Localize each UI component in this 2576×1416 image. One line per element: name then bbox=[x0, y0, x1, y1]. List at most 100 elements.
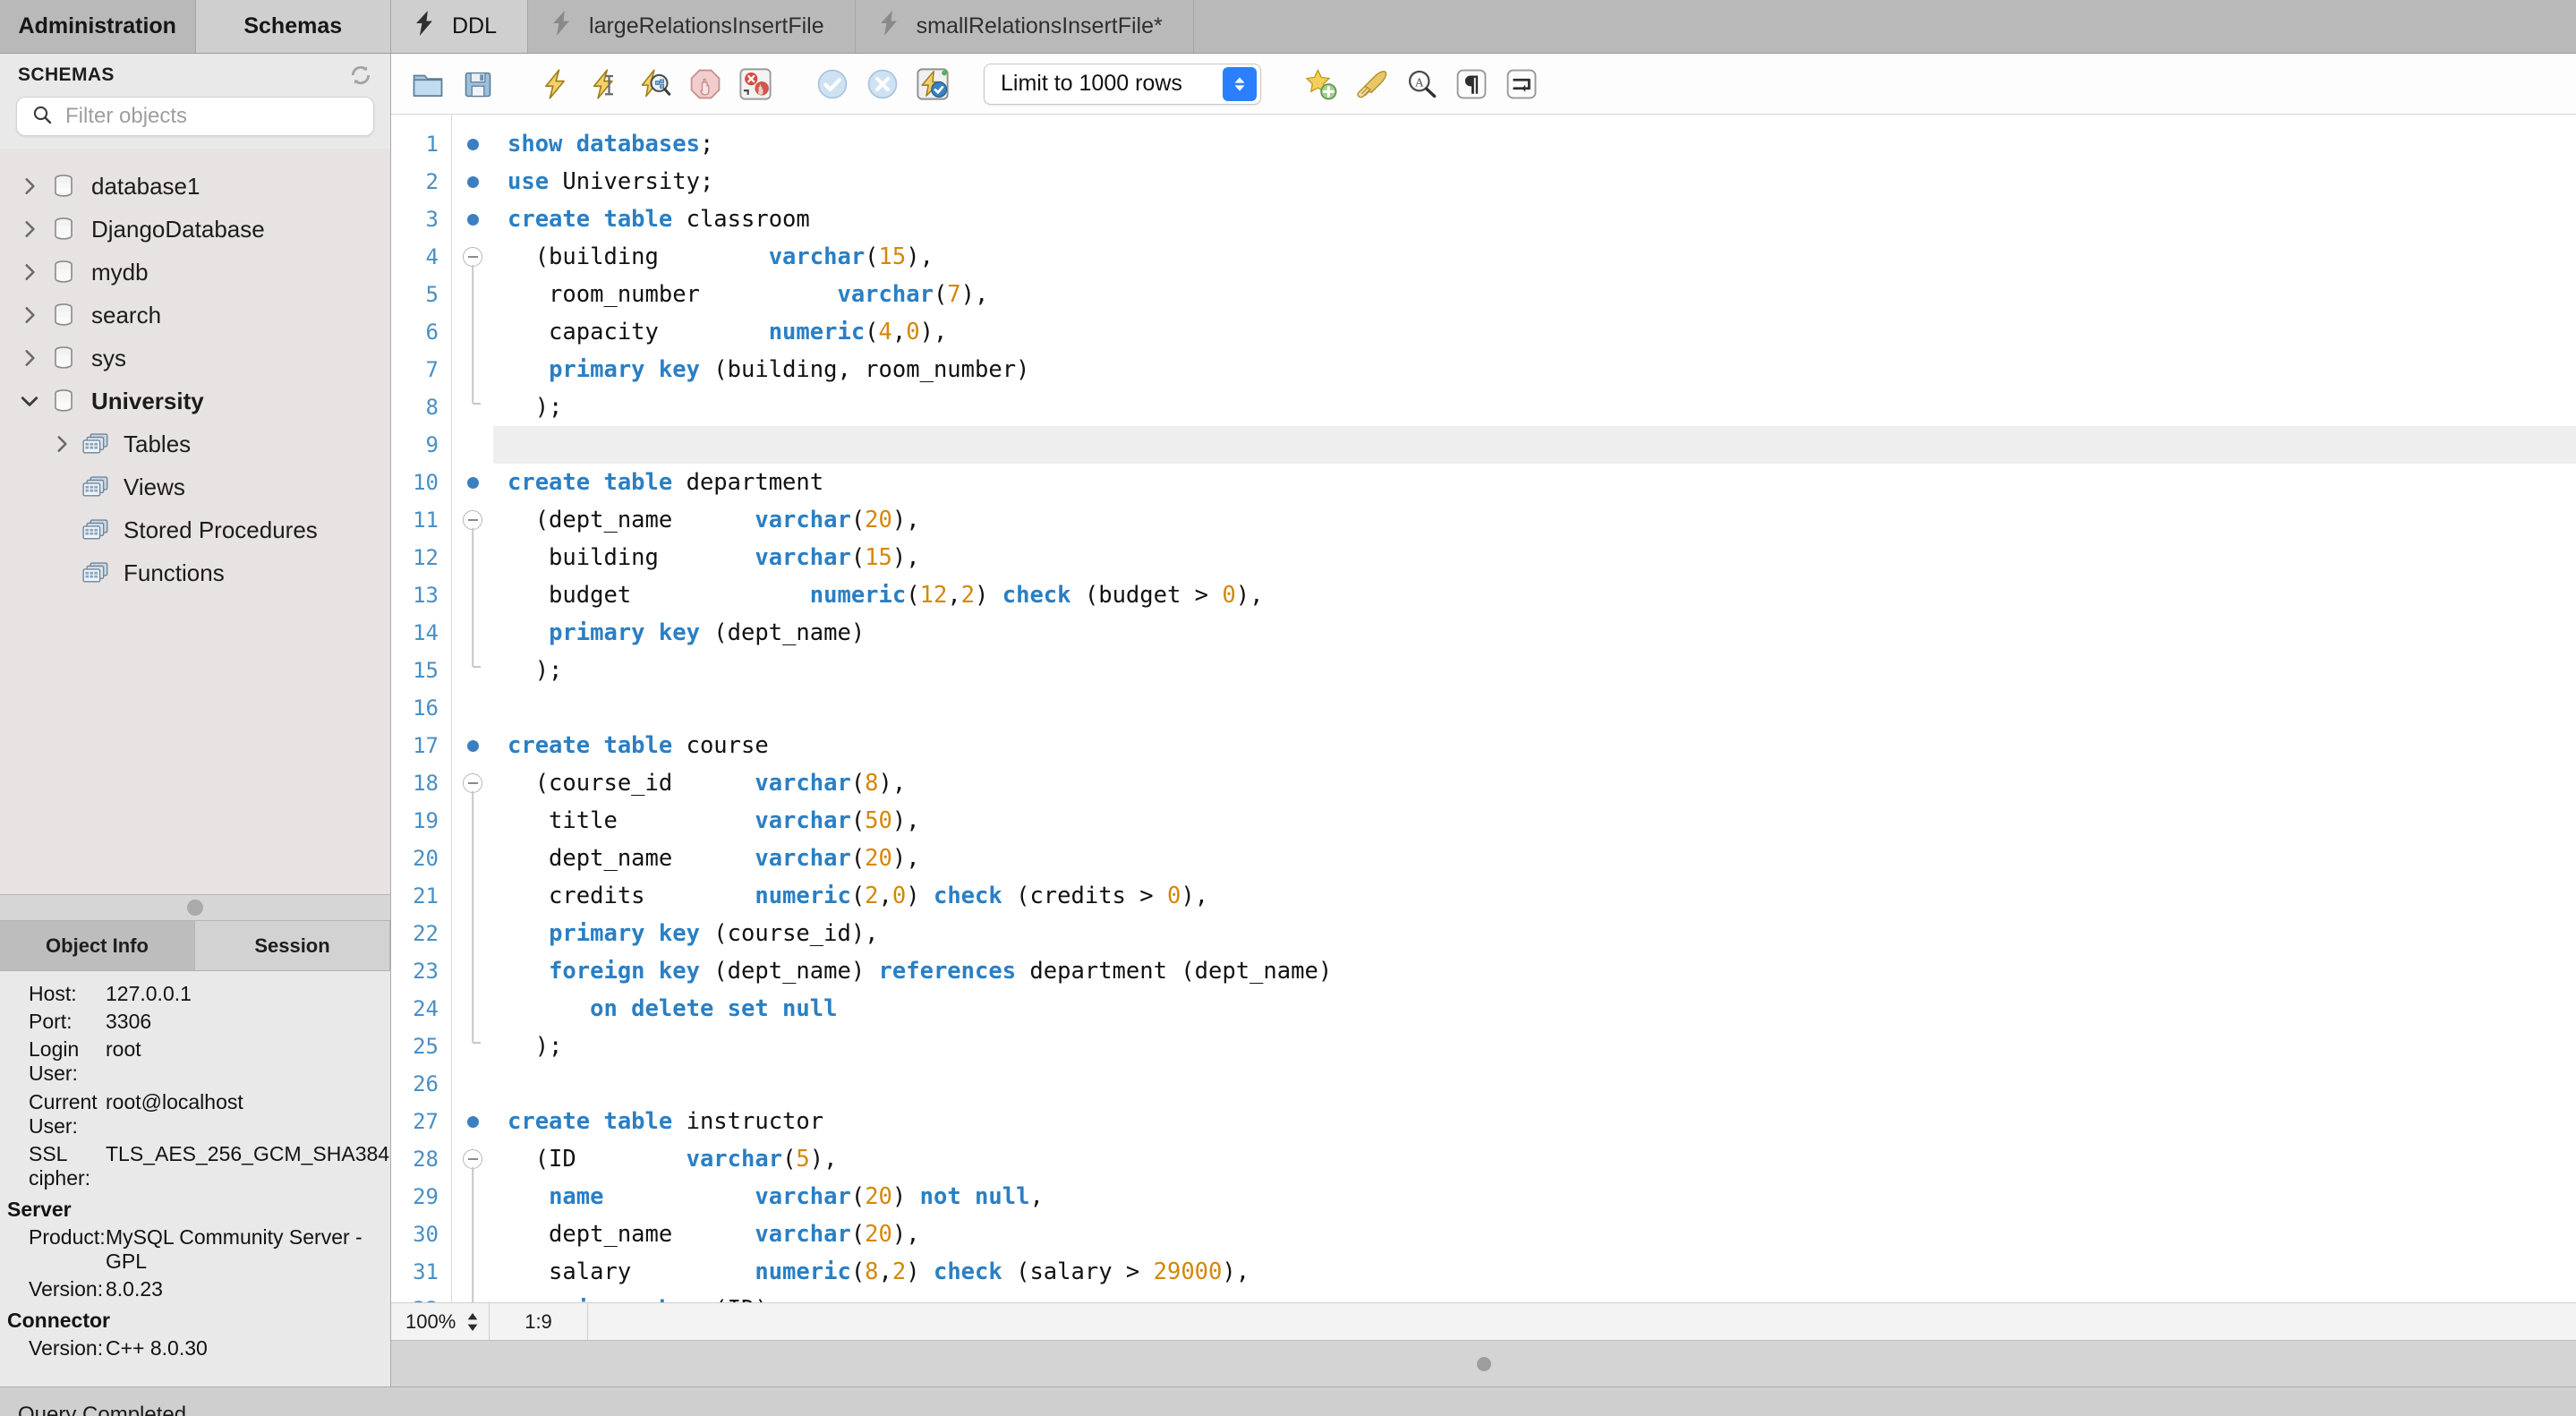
tree-item-tables[interactable]: Tables bbox=[0, 422, 390, 465]
code-line[interactable]: ); bbox=[493, 388, 2576, 426]
fold-marker[interactable] bbox=[452, 238, 493, 276]
tree-item-djangodatabase[interactable]: DjangoDatabase bbox=[0, 208, 390, 251]
tree-item-sys[interactable]: sys bbox=[0, 337, 390, 380]
code-line[interactable] bbox=[493, 426, 2576, 464]
filter-objects-input[interactable] bbox=[65, 104, 359, 129]
filter-objects-box[interactable] bbox=[16, 97, 374, 136]
code-line[interactable]: building varchar(15), bbox=[493, 539, 2576, 576]
code-line[interactable]: room_number varchar(7), bbox=[493, 276, 2576, 313]
find-icon[interactable]: A bbox=[1401, 64, 1442, 105]
fold-marker[interactable] bbox=[452, 1140, 493, 1178]
code-line[interactable]: foreign key (dept_name) references depar… bbox=[493, 952, 2576, 990]
code-line[interactable]: salary numeric(8,2) check (salary > 2900… bbox=[493, 1253, 2576, 1291]
stop-execution-icon[interactable] bbox=[685, 64, 726, 105]
chevron-right-icon[interactable] bbox=[20, 262, 39, 282]
editor-tab-ddl[interactable]: DDL bbox=[391, 0, 529, 53]
splitter-grip[interactable] bbox=[187, 900, 203, 916]
code-line[interactable]: (course_id varchar(8), bbox=[493, 764, 2576, 802]
code-line[interactable]: (ID varchar(5), bbox=[493, 1140, 2576, 1178]
code-line[interactable]: show databases; bbox=[493, 125, 2576, 163]
explain-statement-icon[interactable] bbox=[635, 64, 676, 105]
toggle-word-wrap-icon[interactable] bbox=[1501, 64, 1542, 105]
code-line[interactable]: dept_name varchar(20), bbox=[493, 1216, 2576, 1253]
fold-marker[interactable] bbox=[452, 501, 493, 539]
code-folding-column[interactable] bbox=[452, 115, 493, 1302]
object-info-tab-object-info[interactable]: Object Info bbox=[0, 921, 195, 970]
fold-marker bbox=[452, 952, 493, 990]
rollback-icon[interactable] bbox=[862, 64, 903, 105]
tree-item-views[interactable]: Views bbox=[0, 465, 390, 508]
code-content[interactable]: show databases; use University; create tab… bbox=[493, 115, 2576, 1302]
code-line[interactable]: use University; bbox=[493, 163, 2576, 200]
chevron-right-icon[interactable] bbox=[20, 305, 39, 325]
toggle-stop-on-error-icon[interactable] bbox=[735, 64, 776, 105]
tree-item-search[interactable]: search bbox=[0, 294, 390, 337]
autocommit-icon[interactable] bbox=[912, 64, 953, 105]
execute-statement-icon[interactable] bbox=[534, 64, 576, 105]
code-line[interactable] bbox=[493, 1065, 2576, 1103]
commit-icon[interactable] bbox=[812, 64, 853, 105]
chevron-right-icon[interactable] bbox=[20, 219, 39, 239]
code-line[interactable]: (building varchar(15), bbox=[493, 238, 2576, 276]
code-line[interactable]: primary key (dept_name) bbox=[493, 614, 2576, 652]
code-line[interactable]: capacity numeric(4,0), bbox=[493, 313, 2576, 351]
chevron-right-icon[interactable] bbox=[20, 348, 39, 368]
code-line[interactable]: ); bbox=[493, 1028, 2576, 1065]
code-line[interactable]: credits numeric(2,0) check (credits > 0)… bbox=[493, 877, 2576, 915]
code-line[interactable]: (dept_name varchar(20), bbox=[493, 501, 2576, 539]
code-line[interactable]: on delete set null bbox=[493, 990, 2576, 1028]
code-line[interactable]: create table department bbox=[493, 464, 2576, 501]
tree-item-university[interactable]: University bbox=[0, 380, 390, 422]
code-line[interactable]: create table course bbox=[493, 727, 2576, 764]
tab-schemas[interactable]: Schemas bbox=[195, 0, 391, 53]
code-line[interactable]: primary key (course_id), bbox=[493, 915, 2576, 952]
tree-item-functions[interactable]: Functions bbox=[0, 551, 390, 594]
results-splitter-grip[interactable] bbox=[1476, 1356, 1491, 1371]
code-line[interactable]: primary key (building, room_number) bbox=[493, 351, 2576, 388]
object-info-tab-session[interactable]: Session bbox=[195, 921, 390, 970]
fold-collapse-icon[interactable] bbox=[463, 773, 482, 793]
editor-tab-smallrelationsinsertfile[interactable]: smallRelationsInsertFile* bbox=[855, 0, 1194, 53]
row-limit-stepper[interactable] bbox=[1223, 66, 1257, 101]
code-line[interactable]: dept_name varchar(20), bbox=[493, 840, 2576, 877]
code-line[interactable] bbox=[493, 689, 2576, 727]
open-sql-file-icon[interactable] bbox=[407, 64, 448, 105]
code-token-kw: numeric bbox=[755, 1258, 851, 1285]
chevron-right-icon[interactable] bbox=[20, 176, 39, 196]
toggle-invisible-chars-icon[interactable] bbox=[1451, 64, 1492, 105]
code-line[interactable]: create table classroom bbox=[493, 200, 2576, 238]
fold-marker[interactable] bbox=[452, 764, 493, 802]
code-line[interactable]: ); bbox=[493, 652, 2576, 689]
code-line[interactable]: title varchar(50), bbox=[493, 802, 2576, 840]
sidebar-splitter[interactable] bbox=[0, 894, 390, 921]
editor-tab-largerelationsinsertfile[interactable]: largeRelationsInsertFile bbox=[528, 0, 856, 53]
tree-item-mydb[interactable]: mydb bbox=[0, 251, 390, 294]
code-line[interactable]: primary key (ID), bbox=[493, 1291, 2576, 1302]
save-snippet-icon[interactable] bbox=[1301, 64, 1342, 105]
results-pane-splitter[interactable] bbox=[391, 1340, 2576, 1386]
sql-text-editor[interactable]: 1 2 3 4 5 6 7 8 9 10 11 12 13 14 15 16 17 18 19 20 21 22 23 24 2… bbox=[391, 115, 2576, 1302]
refresh-icon[interactable] bbox=[349, 64, 372, 87]
chevron-right-icon[interactable] bbox=[52, 434, 72, 454]
fold-marker[interactable] bbox=[452, 1028, 493, 1065]
fold-marker[interactable] bbox=[452, 652, 493, 689]
zoom-stepper-icon[interactable] bbox=[465, 1311, 480, 1333]
fold-collapse-icon[interactable] bbox=[463, 247, 482, 267]
execute-current-statement-icon[interactable] bbox=[584, 64, 626, 105]
tab-administration[interactable]: Administration bbox=[0, 0, 196, 53]
code-line[interactable]: budget numeric(12,2) check (budget > 0), bbox=[493, 576, 2576, 614]
row-limit-select[interactable]: Limit to 1000 rows bbox=[984, 63, 1261, 105]
tree-item-stored-procedures[interactable]: Stored Procedures bbox=[0, 508, 390, 551]
editor-zoom-control[interactable]: 100% bbox=[391, 1303, 490, 1340]
schema-tree[interactable]: database1 DjangoDatabase mydb search sys Univ… bbox=[0, 149, 390, 894]
fold-collapse-icon[interactable] bbox=[463, 510, 482, 530]
fold-marker[interactable] bbox=[452, 388, 493, 426]
save-sql-file-icon[interactable] bbox=[457, 64, 499, 105]
fold-collapse-icon[interactable] bbox=[463, 1149, 482, 1169]
chevron-down-icon[interactable] bbox=[20, 394, 39, 408]
code-line[interactable]: name varchar(20) not null, bbox=[493, 1178, 2576, 1216]
code-line[interactable]: create table instructor bbox=[493, 1103, 2576, 1140]
beautify-sql-icon[interactable] bbox=[1351, 64, 1392, 105]
tree-item-database1[interactable]: database1 bbox=[0, 165, 390, 208]
object-info-value: C++ 8.0.30 bbox=[106, 1336, 208, 1361]
